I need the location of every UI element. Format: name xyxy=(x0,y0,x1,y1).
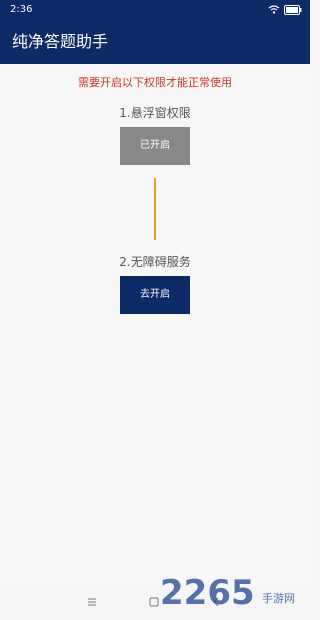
step-overlay-permission-label: 1.悬浮窗权限 xyxy=(119,106,191,120)
watermark-text: 手游网 xyxy=(262,592,295,605)
watermark-logo: 2265 xyxy=(160,574,260,608)
wifi-icon xyxy=(268,5,280,15)
overlay-permission-enabled-button[interactable]: 已开启 xyxy=(120,127,190,165)
watermark-brand: 2265 xyxy=(160,574,255,608)
app-title: 纯净答题助手 xyxy=(12,32,109,51)
watermark: 2265 手游网 xyxy=(160,572,295,608)
step-connector-line xyxy=(154,178,156,240)
menu-icon[interactable] xyxy=(84,594,100,610)
battery-icon xyxy=(284,5,302,15)
status-bar: 2:36 xyxy=(0,0,310,20)
status-time: 2:36 xyxy=(10,4,33,15)
status-icons xyxy=(268,4,302,16)
permission-panel: 需要开启以下权限才能正常使用 1.悬浮窗权限 已开启 2.无障碍服务 去开启 xyxy=(0,64,310,584)
accessibility-open-button[interactable]: 去开启 xyxy=(120,276,190,314)
step-accessibility-service-label: 2.无障碍服务 xyxy=(119,255,191,269)
app-bar: 纯净答题助手 xyxy=(0,20,310,64)
permission-warning: 需要开启以下权限才能正常使用 xyxy=(78,76,232,89)
